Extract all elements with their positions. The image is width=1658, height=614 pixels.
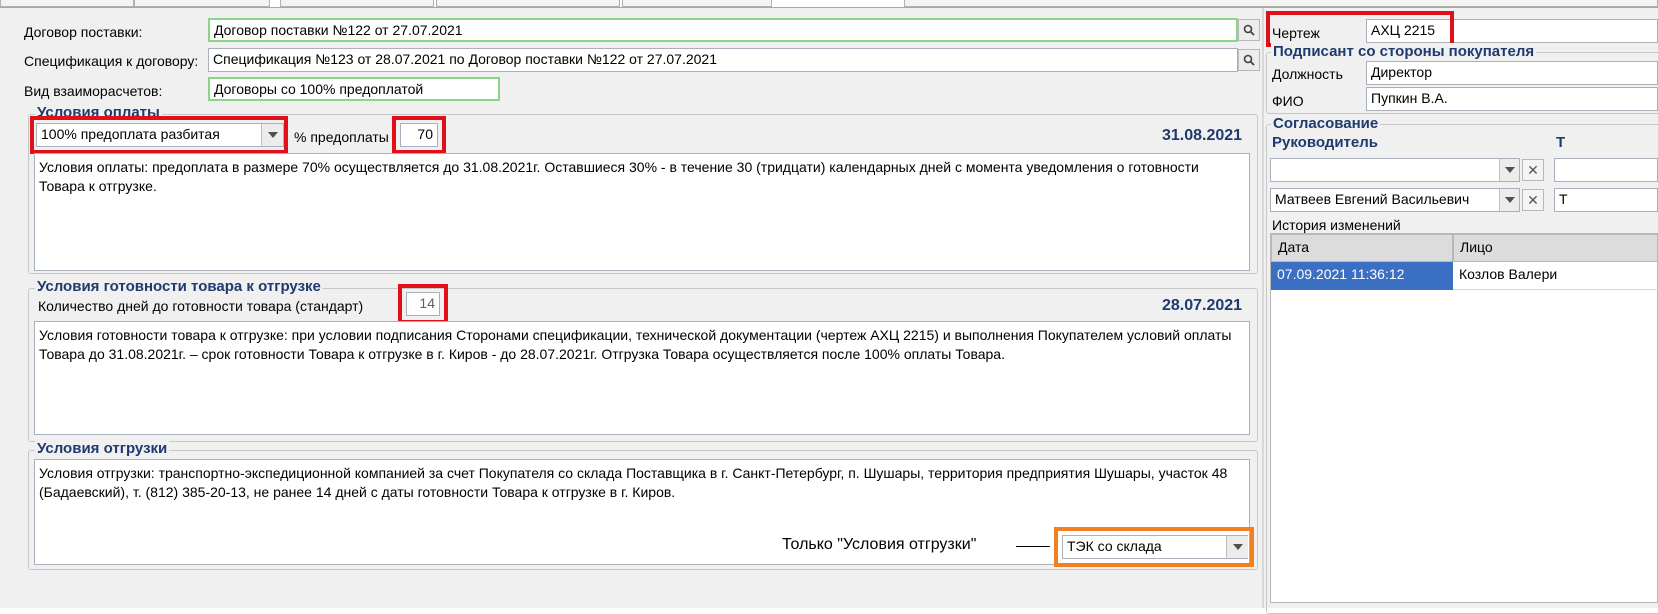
signer-title: Подписант со стороны покупателя	[1271, 43, 1537, 60]
approval-title: Согласование	[1271, 115, 1381, 132]
payment-date: 31.08.2021	[1162, 127, 1243, 144]
history-row-date[interactable]: 07.09.2021 11:36:12	[1271, 262, 1453, 290]
annotation-connector-line	[1016, 546, 1050, 547]
tab-stub[interactable]	[436, 0, 620, 7]
top-tab-strip	[0, 0, 1658, 8]
prepayment-percent-label: % предоплаты	[294, 129, 389, 145]
signer-position-label: Должность	[1272, 66, 1343, 82]
highlight-readiness-days	[398, 284, 448, 324]
tab-stub[interactable]	[0, 0, 134, 7]
tab-stub[interactable]	[622, 0, 772, 7]
close-icon: ✕	[1527, 161, 1539, 178]
history-col-person[interactable]: Лицо	[1453, 234, 1658, 262]
document-form: Договор поставки: Договор поставки №122 …	[0, 8, 1658, 614]
tab-stub[interactable]	[904, 0, 1658, 7]
readiness-conditions-text[interactable]: Условия готовности товара к отгрузке: пр…	[34, 321, 1250, 435]
tab-stub[interactable]	[280, 0, 434, 7]
approval-column-head: Руководитель	[1272, 134, 1378, 151]
approval-extra-value-2: Т	[1559, 191, 1568, 207]
chevron-down-icon	[1504, 167, 1515, 173]
highlight-shipping-method	[1054, 527, 1254, 567]
signer-position-field[interactable]: Директор	[1366, 61, 1658, 85]
history-col-date[interactable]: Дата	[1271, 234, 1453, 262]
payment-conditions-text[interactable]: Условия оплаты: предоплата в размере 70%…	[34, 153, 1250, 271]
highlight-payment-type	[30, 116, 288, 154]
history-row-person[interactable]: Козлов Валери	[1453, 262, 1658, 290]
approval-clear-button-1[interactable]: ✕	[1522, 159, 1544, 181]
signer-name-field[interactable]: Пупкин В.А.	[1366, 87, 1658, 111]
shipping-annotation: Только "Условия отгрузки"	[782, 536, 977, 553]
signer-name-label: ФИО	[1272, 93, 1304, 109]
chevron-down-icon	[1504, 197, 1515, 203]
contract-label: Договор поставки:	[24, 24, 143, 40]
readiness-conditions-title: Условия готовности товара к отгрузке	[35, 278, 323, 295]
approval-manager-dropdown-2[interactable]	[1499, 189, 1519, 211]
contract-field[interactable]: Договор поставки №122 от 27.07.2021	[208, 18, 1238, 42]
approval-extra-field-2[interactable]: Т	[1554, 188, 1658, 212]
spec-label: Спецификация к договору:	[24, 53, 199, 69]
highlight-drawing	[1266, 11, 1454, 47]
panel-divider	[1262, 8, 1264, 608]
spec-search-button[interactable]	[1238, 49, 1260, 71]
approval-manager-dropdown-1[interactable]	[1499, 159, 1519, 181]
shipping-conditions-title: Условия отгрузки	[35, 440, 170, 457]
approval-clear-button-2[interactable]: ✕	[1522, 189, 1544, 211]
tab-stub[interactable]	[134, 0, 270, 7]
search-icon	[1243, 24, 1255, 36]
approval-manager-value-2: Матвеев Евгений Васильевич	[1275, 191, 1470, 207]
settlement-label: Вид взаиморасчетов:	[24, 83, 163, 99]
history-label: История изменений	[1272, 217, 1401, 233]
spec-field[interactable]: Спецификация №123 от 28.07.2021 по Догов…	[208, 48, 1238, 72]
approval-manager-select-1[interactable]	[1270, 158, 1520, 182]
approval-column-head-2: Т	[1556, 134, 1566, 151]
approval-manager-select-2[interactable]: Матвеев Евгений Васильевич	[1270, 188, 1520, 212]
readiness-days-label: Количество дней до готовности товара (ст…	[38, 298, 364, 314]
approval-extra-field-1[interactable]	[1554, 158, 1658, 182]
contract-search-button[interactable]	[1238, 19, 1260, 41]
search-icon	[1243, 54, 1255, 66]
settlement-field[interactable]: Договоры со 100% предоплатой	[208, 77, 500, 101]
readiness-date: 28.07.2021	[1162, 297, 1243, 314]
highlight-prepayment-percent	[392, 116, 446, 154]
close-icon: ✕	[1527, 191, 1539, 208]
